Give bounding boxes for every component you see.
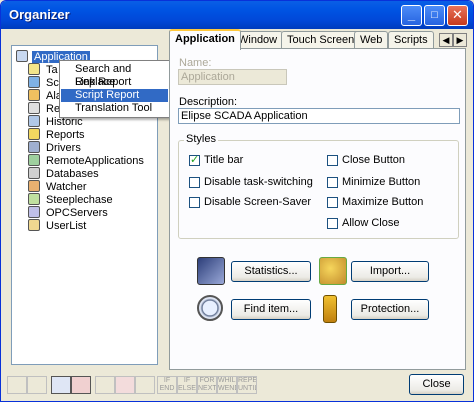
import-icon [319, 257, 347, 285]
tree-item-watcher[interactable]: Watcher [28, 180, 89, 193]
for-next-tool[interactable]: FOR NEXT [197, 376, 217, 394]
tab-scroll-right-icon[interactable]: ▶ [453, 33, 467, 47]
drivers-icon [28, 141, 40, 153]
object-tree-icon[interactable] [95, 376, 115, 394]
if-end-tool[interactable]: IF END [157, 376, 177, 394]
bottom-toolbar: IF END IF ELSE END FOR NEXT WHILE WEND R… [1, 371, 473, 401]
disable-task-switching-label: Disable task-switching [204, 176, 313, 188]
tab-touch-screen[interactable]: Touch Screen [281, 31, 361, 49]
tab-application[interactable]: Application [169, 29, 241, 50]
import-button[interactable]: Import... [351, 261, 429, 282]
tab-scroll-left-icon[interactable]: ◀ [439, 33, 453, 47]
tree-item-opc-servers[interactable]: OPCServers [28, 206, 110, 219]
remote-applications-icon [28, 154, 40, 166]
tree-item-tags[interactable]: Ta [28, 63, 60, 76]
while-wend-tool[interactable]: WHILE WEND [217, 376, 237, 394]
statistics-button[interactable]: Statistics... [231, 261, 311, 282]
watcher-icon [28, 180, 40, 192]
close-button[interactable]: Close [409, 374, 464, 395]
minimize-button-label: Minimize Button [342, 176, 421, 188]
tags-icon [28, 63, 40, 75]
tree-item-reports[interactable]: Reports [28, 128, 87, 141]
menu-item-translation-tool[interactable]: Translation Tool [61, 102, 168, 115]
tab-bar: Application Window Touch Screen Web Scri… [169, 29, 469, 50]
breakpoint-icon[interactable] [135, 376, 155, 394]
context-menu: Search and Replace Link Report Script Re… [59, 60, 170, 118]
reports-icon [28, 128, 40, 140]
minimize-button-checkbox[interactable] [327, 177, 338, 188]
close-button-checkbox[interactable] [327, 155, 338, 166]
name-label: Name: [179, 57, 212, 69]
description-label: Description: [179, 96, 238, 108]
script-editor-icon[interactable] [71, 376, 91, 394]
protection-lock-icon [323, 295, 337, 323]
menu-item-script-report[interactable]: Script Report [61, 89, 168, 102]
debug-icon[interactable] [115, 376, 135, 394]
allow-close-checkbox[interactable] [327, 218, 338, 229]
description-field[interactable]: Elipse SCADA Application [178, 108, 460, 124]
checkmark-icon: ✓ [190, 154, 200, 166]
window-title: Organizer [9, 7, 70, 22]
menu-item-link-report[interactable]: Link Report [61, 76, 168, 89]
title-bar-checkbox[interactable]: ✓ [189, 154, 200, 166]
properties-icon[interactable] [51, 376, 71, 394]
menu-item-search-and-replace[interactable]: Search and Replace [61, 63, 168, 88]
title-bar: Organizer _ □ ✕ [1, 1, 473, 29]
maximize-button-checkbox[interactable] [327, 197, 338, 208]
historic-icon [28, 115, 40, 127]
maximize-button[interactable]: □ [424, 5, 445, 26]
tree-item-screens[interactable]: Sc [28, 76, 61, 89]
repeat-until-tool[interactable]: REPE UNTIL [237, 376, 257, 394]
edit-icon[interactable] [7, 376, 27, 394]
disable-screen-saver-checkbox[interactable] [189, 197, 200, 208]
close-button-label: Close Button [342, 154, 405, 166]
tree-item-databases[interactable]: Databases [28, 167, 101, 180]
disable-screen-saver-label: Disable Screen-Saver [204, 196, 311, 208]
disable-task-switching-checkbox[interactable] [189, 177, 200, 188]
name-field: Application [178, 69, 287, 85]
recipes-icon [28, 102, 40, 114]
minimize-button[interactable]: _ [401, 5, 422, 26]
opc-servers-icon [28, 206, 40, 218]
close-window-button[interactable]: ✕ [447, 5, 468, 26]
database-icon [28, 167, 40, 179]
find-item-button[interactable]: Find item... [231, 299, 311, 320]
copy-icon[interactable] [27, 376, 47, 394]
organizer-window: Organizer _ □ ✕ Application Ta Sc Ala Re… [0, 0, 474, 402]
title-bar-label: Title bar [204, 154, 244, 166]
magnifier-icon [197, 295, 223, 321]
tree-item-drivers[interactable]: Drivers [28, 141, 83, 154]
screens-icon [28, 76, 40, 88]
tree-item-steeplechase[interactable]: Steeplechase [28, 193, 115, 206]
tab-scripts[interactable]: Scripts [388, 31, 434, 49]
tree-item-remote-applications[interactable]: RemoteApplications [28, 154, 146, 167]
tab-web[interactable]: Web [354, 31, 389, 49]
allow-close-label: Allow Close [342, 217, 400, 229]
steeplechase-icon [28, 193, 40, 205]
statistics-chart-icon [197, 257, 225, 285]
protection-button[interactable]: Protection... [351, 299, 429, 320]
alarm-bell-icon [28, 89, 40, 101]
maximize-button-label: Maximize Button [342, 196, 424, 208]
user-list-icon [28, 219, 40, 231]
if-else-end-tool[interactable]: IF ELSE END [177, 376, 197, 394]
tree-item-recipes[interactable]: Re [28, 102, 62, 115]
styles-title: Styles [184, 133, 218, 145]
tree-item-user-list[interactable]: UserList [28, 219, 88, 232]
application-icon [16, 50, 28, 62]
